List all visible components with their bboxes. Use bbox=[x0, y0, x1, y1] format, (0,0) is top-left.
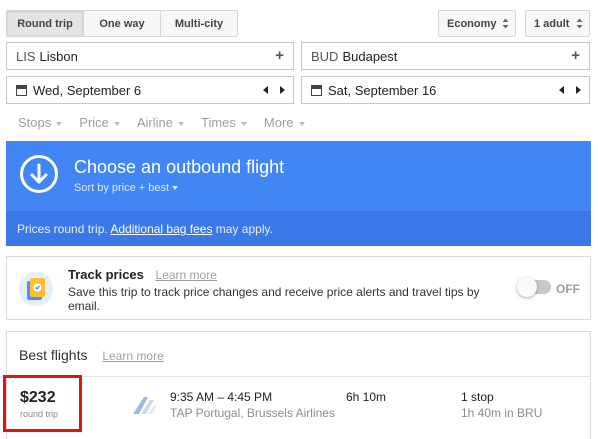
plus-icon[interactable]: + bbox=[275, 47, 284, 64]
trip-type-round-trip[interactable]: Round trip bbox=[7, 11, 84, 36]
caret-down-icon bbox=[56, 121, 63, 126]
toggle-knob bbox=[517, 277, 537, 297]
caret-down-icon bbox=[172, 186, 179, 191]
track-title-text: Track prices bbox=[68, 267, 144, 282]
destination-code: BUD bbox=[311, 48, 339, 64]
best-flights-title: Best flights bbox=[19, 347, 88, 363]
flight-carrier: TAP Portugal, Brussels Airlines bbox=[170, 406, 335, 420]
flight-price-note: round trip bbox=[20, 409, 59, 419]
destination-city: Budapest bbox=[342, 48, 398, 64]
depart-date-value: Wed, September 6 bbox=[33, 82, 142, 98]
banner-note-bar: Prices round trip. Additional bag fees m… bbox=[6, 211, 591, 246]
updown-icon bbox=[576, 18, 583, 29]
arrow-left-icon[interactable] bbox=[263, 86, 268, 94]
filter-label: More bbox=[263, 115, 294, 130]
arrow-right-icon[interactable] bbox=[576, 86, 581, 94]
flight-row[interactable]: $232 round trip 9:35 AM – 4:45 PM TAP Po… bbox=[3, 375, 590, 437]
cabin-class-dropdown[interactable]: Economy bbox=[438, 10, 516, 37]
down-arrow-circle-icon bbox=[20, 155, 58, 193]
filter-price[interactable]: Price bbox=[79, 115, 120, 130]
flight-stops: 1 stop bbox=[461, 390, 494, 404]
track-prices-title: Track prices Learn more bbox=[68, 267, 217, 282]
destination-field[interactable]: BUD Budapest + bbox=[301, 42, 590, 70]
return-date-value: Sat, September 16 bbox=[328, 82, 437, 98]
origin-field[interactable]: LIS Lisbon + bbox=[6, 42, 294, 70]
trip-type-selector: Round trip One way Multi-city bbox=[6, 10, 238, 37]
origin-city: Lisbon bbox=[39, 48, 78, 64]
arrow-left-icon[interactable] bbox=[559, 86, 564, 94]
caret-down-icon bbox=[178, 121, 184, 126]
best-flights-learn-more-link[interactable]: Learn more bbox=[102, 349, 163, 363]
airline-logo-icon bbox=[133, 397, 157, 414]
track-description: Save this trip to track price changes an… bbox=[68, 285, 480, 313]
filter-label: Airline bbox=[136, 115, 173, 130]
caret-down-icon bbox=[113, 121, 120, 126]
caret-down-icon bbox=[240, 121, 247, 126]
flight-price: $232 bbox=[20, 389, 56, 406]
sort-label: Sort by price + best bbox=[74, 182, 170, 194]
caret-down-icon bbox=[298, 121, 305, 126]
filter-stops[interactable]: Stops bbox=[18, 115, 63, 130]
plus-icon[interactable]: + bbox=[571, 47, 580, 64]
flight-times: 9:35 AM – 4:45 PM bbox=[170, 390, 273, 404]
prices-note: Prices round trip. Additional bag fees m… bbox=[17, 222, 273, 236]
filter-more[interactable]: More bbox=[264, 115, 305, 130]
filter-airline[interactable]: Airline bbox=[137, 115, 184, 130]
filter-bar: Stops Price Airline Times More bbox=[18, 115, 305, 130]
best-flights-section: Best flights Learn more $232 round trip … bbox=[3, 331, 591, 439]
note-prefix: Prices round trip. bbox=[17, 222, 108, 236]
note-suffix: may apply. bbox=[215, 222, 273, 236]
flight-duration: 6h 10m bbox=[346, 390, 387, 404]
outbound-banner: Choose an outbound flight Sort by price … bbox=[6, 141, 591, 246]
best-flights-heading: Best flights Learn more bbox=[19, 347, 164, 363]
trip-type-multi-city[interactable]: Multi-city bbox=[161, 11, 237, 36]
track-learn-more-link[interactable]: Learn more bbox=[156, 268, 217, 282]
toggle-state-label: OFF bbox=[556, 282, 580, 296]
filter-label: Stops bbox=[18, 115, 52, 130]
arrow-right-icon[interactable] bbox=[280, 86, 285, 94]
filter-label: Price bbox=[79, 115, 109, 130]
trip-type-one-way[interactable]: One way bbox=[84, 11, 161, 36]
calendar-icon bbox=[311, 84, 322, 96]
banner-title: Choose an outbound flight bbox=[74, 157, 285, 177]
origin-code: LIS bbox=[16, 48, 36, 64]
track-prices-icon bbox=[19, 272, 53, 306]
track-prices-toggle[interactable] bbox=[517, 277, 551, 297]
filter-label: Times bbox=[201, 115, 236, 130]
track-prices-card: Track prices Learn more Save this trip t… bbox=[6, 256, 591, 320]
passengers-dropdown[interactable]: 1 adult bbox=[525, 10, 590, 37]
sort-dropdown[interactable]: Sort by price + best bbox=[74, 182, 179, 194]
bag-fees-link[interactable]: Additional bag fees bbox=[110, 222, 212, 236]
flight-layover: 1h 40m in BRU bbox=[461, 406, 543, 420]
passengers-label: 1 adult bbox=[534, 17, 570, 30]
calendar-icon bbox=[16, 84, 27, 96]
cabin-class-label: Economy bbox=[447, 17, 497, 30]
depart-date-field[interactable]: Wed, September 6 bbox=[6, 76, 294, 104]
return-date-field[interactable]: Sat, September 16 bbox=[301, 76, 590, 104]
filter-times[interactable]: Times bbox=[201, 115, 247, 130]
updown-icon bbox=[502, 18, 509, 29]
